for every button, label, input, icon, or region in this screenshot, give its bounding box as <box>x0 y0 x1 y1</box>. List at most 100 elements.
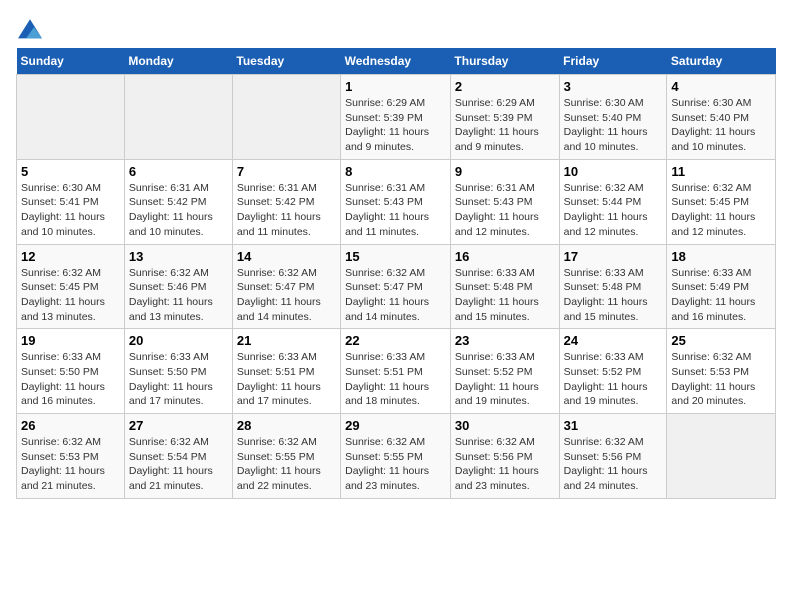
day-info: Sunrise: 6:33 AMSunset: 5:48 PMDaylight:… <box>455 266 555 325</box>
day-info: Sunrise: 6:33 AMSunset: 5:52 PMDaylight:… <box>564 350 663 409</box>
day-number: 9 <box>455 164 555 179</box>
day-info: Sunrise: 6:32 AMSunset: 5:44 PMDaylight:… <box>564 181 663 240</box>
calendar-cell: 8 Sunrise: 6:31 AMSunset: 5:43 PMDaylight… <box>341 159 451 244</box>
day-info: Sunrise: 6:30 AMSunset: 5:41 PMDaylight:… <box>21 181 120 240</box>
day-number: 1 <box>345 79 446 94</box>
day-number: 22 <box>345 333 446 348</box>
day-number: 17 <box>564 249 663 264</box>
day-number: 25 <box>671 333 771 348</box>
day-info: Sunrise: 6:32 AMSunset: 5:55 PMDaylight:… <box>237 435 336 494</box>
col-header-sunday: Sunday <box>17 48 125 75</box>
calendar-cell: 25 Sunrise: 6:32 AMSunset: 5:53 PMDayligh… <box>667 329 776 414</box>
calendar-table: SundayMondayTuesdayWednesdayThursdayFrid… <box>16 48 776 499</box>
col-header-monday: Monday <box>124 48 232 75</box>
day-info: Sunrise: 6:33 AMSunset: 5:48 PMDaylight:… <box>564 266 663 325</box>
day-info: Sunrise: 6:33 AMSunset: 5:49 PMDaylight:… <box>671 266 771 325</box>
day-info: Sunrise: 6:33 AMSunset: 5:50 PMDaylight:… <box>21 350 120 409</box>
day-number: 15 <box>345 249 446 264</box>
day-number: 3 <box>564 79 663 94</box>
day-info: Sunrise: 6:30 AMSunset: 5:40 PMDaylight:… <box>564 96 663 155</box>
day-info: Sunrise: 6:32 AMSunset: 5:56 PMDaylight:… <box>564 435 663 494</box>
calendar-cell: 17 Sunrise: 6:33 AMSunset: 5:48 PMDayligh… <box>559 244 667 329</box>
col-header-wednesday: Wednesday <box>341 48 451 75</box>
calendar-cell: 20 Sunrise: 6:33 AMSunset: 5:50 PMDayligh… <box>124 329 232 414</box>
day-info: Sunrise: 6:32 AMSunset: 5:55 PMDaylight:… <box>345 435 446 494</box>
day-number: 26 <box>21 418 120 433</box>
calendar-week-4: 19 Sunrise: 6:33 AMSunset: 5:50 PMDayligh… <box>17 329 776 414</box>
day-info: Sunrise: 6:32 AMSunset: 5:54 PMDaylight:… <box>129 435 228 494</box>
calendar-cell: 14 Sunrise: 6:32 AMSunset: 5:47 PMDayligh… <box>232 244 340 329</box>
day-number: 6 <box>129 164 228 179</box>
day-number: 19 <box>21 333 120 348</box>
calendar-cell <box>124 75 232 160</box>
day-info: Sunrise: 6:31 AMSunset: 5:42 PMDaylight:… <box>237 181 336 240</box>
calendar-cell: 10 Sunrise: 6:32 AMSunset: 5:44 PMDayligh… <box>559 159 667 244</box>
calendar-cell <box>232 75 340 160</box>
day-info: Sunrise: 6:32 AMSunset: 5:53 PMDaylight:… <box>671 350 771 409</box>
calendar-cell: 6 Sunrise: 6:31 AMSunset: 5:42 PMDaylight… <box>124 159 232 244</box>
calendar-cell: 28Sunrise: 6:32 AMSunset: 5:55 PMDayligh… <box>232 414 340 499</box>
day-info: Sunrise: 6:33 AMSunset: 5:51 PMDaylight:… <box>237 350 336 409</box>
day-number: 4 <box>671 79 771 94</box>
calendar-cell: 11 Sunrise: 6:32 AMSunset: 5:45 PMDayligh… <box>667 159 776 244</box>
day-info: Sunrise: 6:32 AMSunset: 5:46 PMDaylight:… <box>129 266 228 325</box>
calendar-cell: 26 Sunrise: 6:32 AMSunset: 5:53 PMDayligh… <box>17 414 125 499</box>
calendar-cell: 15 Sunrise: 6:32 AMSunset: 5:47 PMDayligh… <box>341 244 451 329</box>
day-number: 12 <box>21 249 120 264</box>
calendar-cell <box>17 75 125 160</box>
day-number: 21 <box>237 333 336 348</box>
calendar-cell: 23Sunrise: 6:33 AMSunset: 5:52 PMDayligh… <box>450 329 559 414</box>
day-number: 5 <box>21 164 120 179</box>
page-header <box>16 16 776 40</box>
day-info: Sunrise: 6:31 AMSunset: 5:43 PMDaylight:… <box>345 181 446 240</box>
day-number: 20 <box>129 333 228 348</box>
calendar-week-3: 12Sunrise: 6:32 AMSunset: 5:45 PMDayligh… <box>17 244 776 329</box>
day-info: Sunrise: 6:29 AMSunset: 5:39 PMDaylight:… <box>345 96 446 155</box>
day-info: Sunrise: 6:32 AMSunset: 5:56 PMDaylight:… <box>455 435 555 494</box>
calendar-cell <box>667 414 776 499</box>
calendar-cell: 31Sunrise: 6:32 AMSunset: 5:56 PMDayligh… <box>559 414 667 499</box>
calendar-cell: 29 Sunrise: 6:32 AMSunset: 5:55 PMDayligh… <box>341 414 451 499</box>
day-info: Sunrise: 6:33 AMSunset: 5:51 PMDaylight:… <box>345 350 446 409</box>
calendar-cell: 13 Sunrise: 6:32 AMSunset: 5:46 PMDayligh… <box>124 244 232 329</box>
day-number: 30 <box>455 418 555 433</box>
day-info: Sunrise: 6:31 AMSunset: 5:43 PMDaylight:… <box>455 181 555 240</box>
calendar-cell: 2 Sunrise: 6:29 AMSunset: 5:39 PMDaylight… <box>450 75 559 160</box>
calendar-cell: 16 Sunrise: 6:33 AMSunset: 5:48 PMDayligh… <box>450 244 559 329</box>
day-number: 16 <box>455 249 555 264</box>
calendar-week-5: 26 Sunrise: 6:32 AMSunset: 5:53 PMDayligh… <box>17 414 776 499</box>
day-info: Sunrise: 6:32 AMSunset: 5:47 PMDaylight:… <box>237 266 336 325</box>
calendar-week-2: 5 Sunrise: 6:30 AMSunset: 5:41 PMDaylight… <box>17 159 776 244</box>
day-number: 13 <box>129 249 228 264</box>
day-info: Sunrise: 6:31 AMSunset: 5:42 PMDaylight:… <box>129 181 228 240</box>
col-header-saturday: Saturday <box>667 48 776 75</box>
calendar-cell: 22 Sunrise: 6:33 AMSunset: 5:51 PMDayligh… <box>341 329 451 414</box>
day-number: 2 <box>455 79 555 94</box>
day-info: Sunrise: 6:30 AMSunset: 5:40 PMDaylight:… <box>671 96 771 155</box>
calendar-header: SundayMondayTuesdayWednesdayThursdayFrid… <box>17 48 776 75</box>
day-number: 8 <box>345 164 446 179</box>
day-info: Sunrise: 6:32 AMSunset: 5:53 PMDaylight:… <box>21 435 120 494</box>
calendar-cell: 24Sunrise: 6:33 AMSunset: 5:52 PMDayligh… <box>559 329 667 414</box>
calendar-cell: 9 Sunrise: 6:31 AMSunset: 5:43 PMDaylight… <box>450 159 559 244</box>
col-header-friday: Friday <box>559 48 667 75</box>
col-header-thursday: Thursday <box>450 48 559 75</box>
calendar-cell: 18 Sunrise: 6:33 AMSunset: 5:49 PMDayligh… <box>667 244 776 329</box>
day-info: Sunrise: 6:32 AMSunset: 5:47 PMDaylight:… <box>345 266 446 325</box>
day-number: 29 <box>345 418 446 433</box>
day-number: 10 <box>564 164 663 179</box>
day-info: Sunrise: 6:32 AMSunset: 5:45 PMDaylight:… <box>671 181 771 240</box>
day-number: 18 <box>671 249 771 264</box>
logo <box>16 16 42 40</box>
day-info: Sunrise: 6:33 AMSunset: 5:50 PMDaylight:… <box>129 350 228 409</box>
calendar-body: 1 Sunrise: 6:29 AMSunset: 5:39 PMDaylight… <box>17 75 776 499</box>
logo-icon <box>18 16 42 40</box>
calendar-cell: 7 Sunrise: 6:31 AMSunset: 5:42 PMDaylight… <box>232 159 340 244</box>
calendar-cell: 3 Sunrise: 6:30 AMSunset: 5:40 PMDaylight… <box>559 75 667 160</box>
day-number: 7 <box>237 164 336 179</box>
day-number: 23 <box>455 333 555 348</box>
day-number: 14 <box>237 249 336 264</box>
day-number: 27 <box>129 418 228 433</box>
day-number: 11 <box>671 164 771 179</box>
day-info: Sunrise: 6:29 AMSunset: 5:39 PMDaylight:… <box>455 96 555 155</box>
